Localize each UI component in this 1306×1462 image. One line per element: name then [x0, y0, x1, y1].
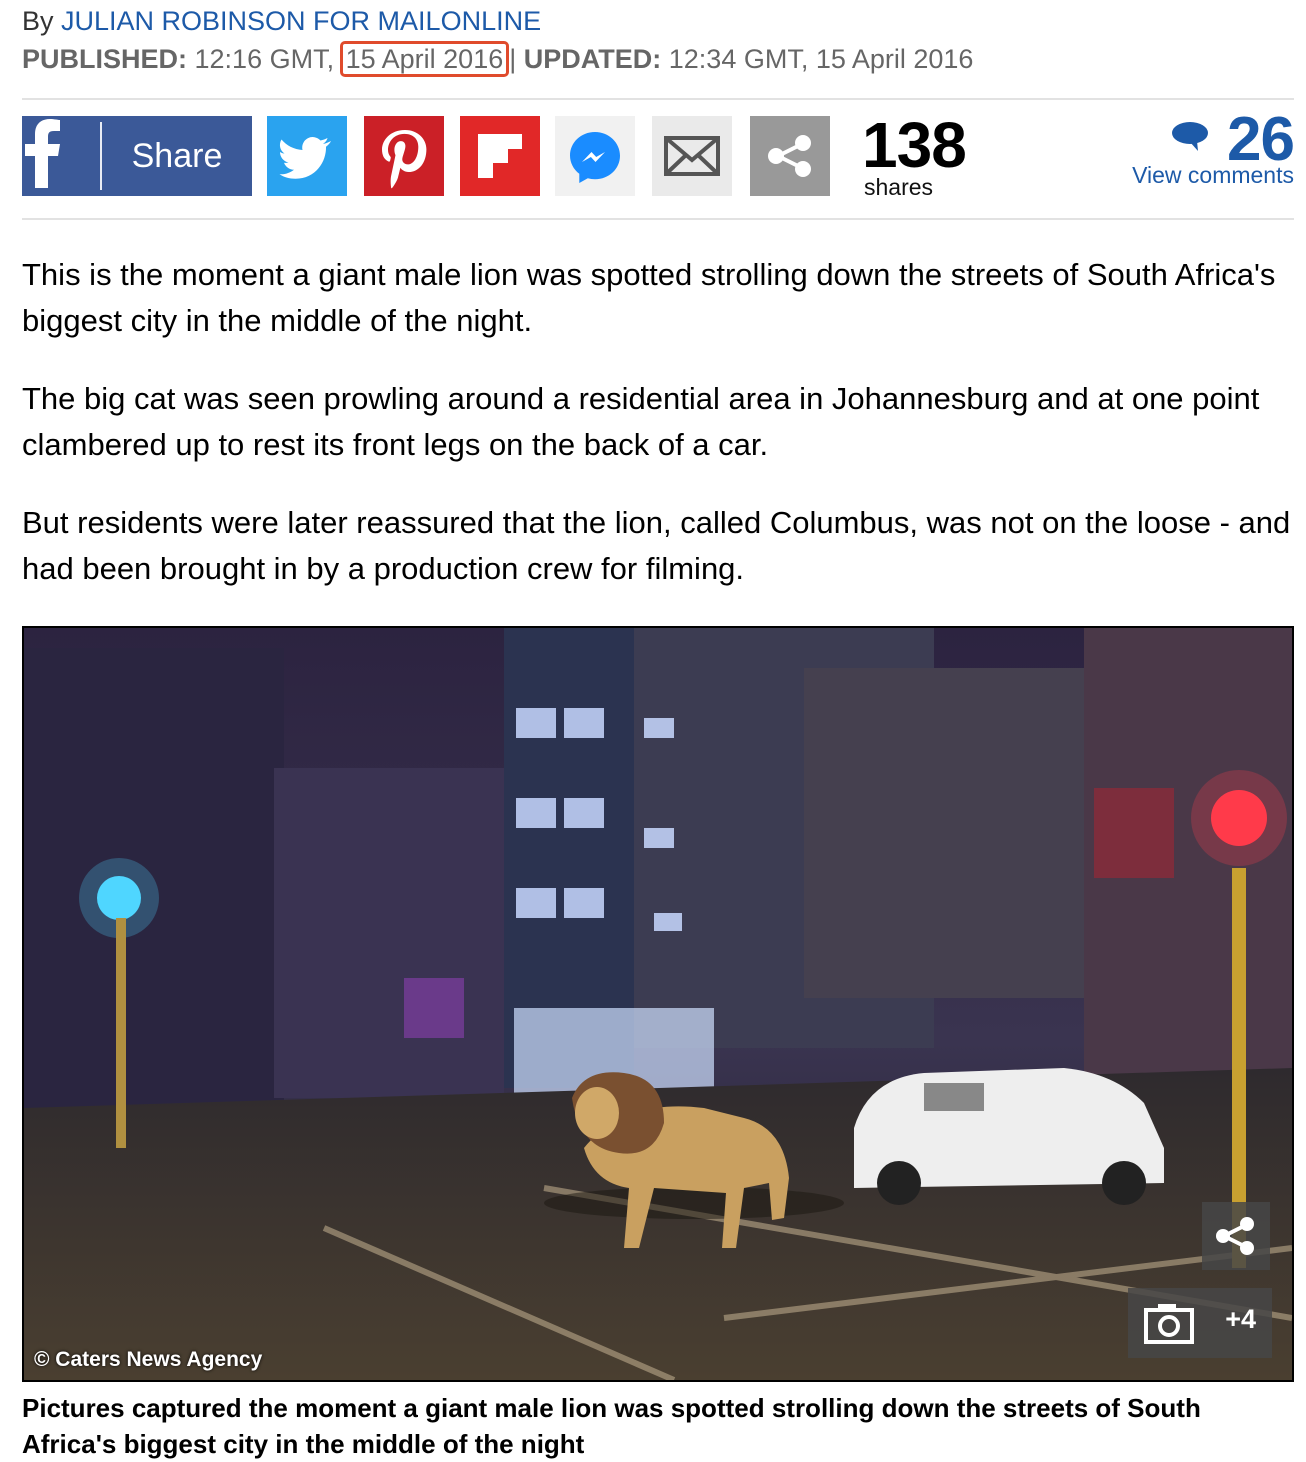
byline-prefix: By — [22, 6, 62, 36]
divider-top — [22, 98, 1294, 100]
facebook-share-button[interactable]: Share — [22, 116, 252, 196]
messenger-share-button[interactable] — [555, 116, 635, 196]
facebook-icon — [22, 116, 100, 196]
article-paragraph: This is the moment a giant male lion was… — [22, 257, 1276, 338]
comments-block[interactable]: 26 View comments — [1074, 105, 1295, 200]
photo-caption: Pictures captured the moment a giant mal… — [22, 1393, 1201, 1459]
lion-street-photo — [24, 628, 1292, 1380]
published-date-highlight: 15 April 2016 — [339, 41, 510, 77]
publish-dates: PUBLISHED: 12:16 GMT, 15 April 2016 | UPD… — [22, 41, 974, 77]
article-photo[interactable]: © Caters News Agency +4 — [22, 626, 1294, 1382]
gallery-more-count: +4 — [1225, 1304, 1256, 1334]
updated-value: 12:34 GMT, 15 April 2016 — [661, 44, 974, 74]
published-label: PUBLISHED: — [22, 44, 188, 74]
pinterest-icon — [382, 130, 427, 189]
share-count: 138 — [862, 109, 967, 181]
divider-bottom — [22, 218, 1294, 220]
share-icon — [1216, 1217, 1254, 1255]
envelope-icon — [664, 136, 720, 176]
facebook-share-label: Share — [131, 137, 223, 175]
photo-credit: © Caters News Agency — [34, 1348, 263, 1371]
share-bar: Share 138 shares 26 View comments — [22, 105, 1295, 200]
share-icon — [768, 135, 811, 177]
pinterest-share-button[interactable] — [364, 116, 444, 196]
updated-label: UPDATED: — [523, 44, 662, 74]
share-count-label: shares — [864, 174, 934, 200]
photo-gallery-button[interactable]: +4 — [1128, 1288, 1272, 1358]
date-separator: | — [509, 44, 517, 74]
photo-share-button[interactable] — [1202, 1202, 1270, 1270]
article-paragraph: The big cat was seen prowling around a r… — [22, 381, 1260, 462]
byline: By JULIAN ROBINSON FOR MAILONLINE — [22, 6, 541, 37]
published-time: 12:16 GMT, — [187, 44, 335, 74]
view-comments-link[interactable]: View comments — [1132, 162, 1294, 189]
camera-icon — [1144, 1304, 1194, 1344]
article-paragraph: But residents were later reassured that … — [22, 505, 1291, 586]
flipboard-icon — [478, 134, 522, 178]
messenger-icon — [570, 132, 620, 183]
twitter-bird-icon — [279, 137, 331, 179]
author-link[interactable]: JULIAN ROBINSON FOR MAILONLINE — [61, 6, 541, 36]
more-share-button[interactable] — [750, 116, 830, 196]
email-share-button[interactable] — [652, 116, 732, 196]
comment-bubble-icon — [1172, 122, 1208, 151]
twitter-share-button[interactable] — [267, 116, 347, 196]
flipboard-share-button[interactable] — [460, 116, 540, 196]
